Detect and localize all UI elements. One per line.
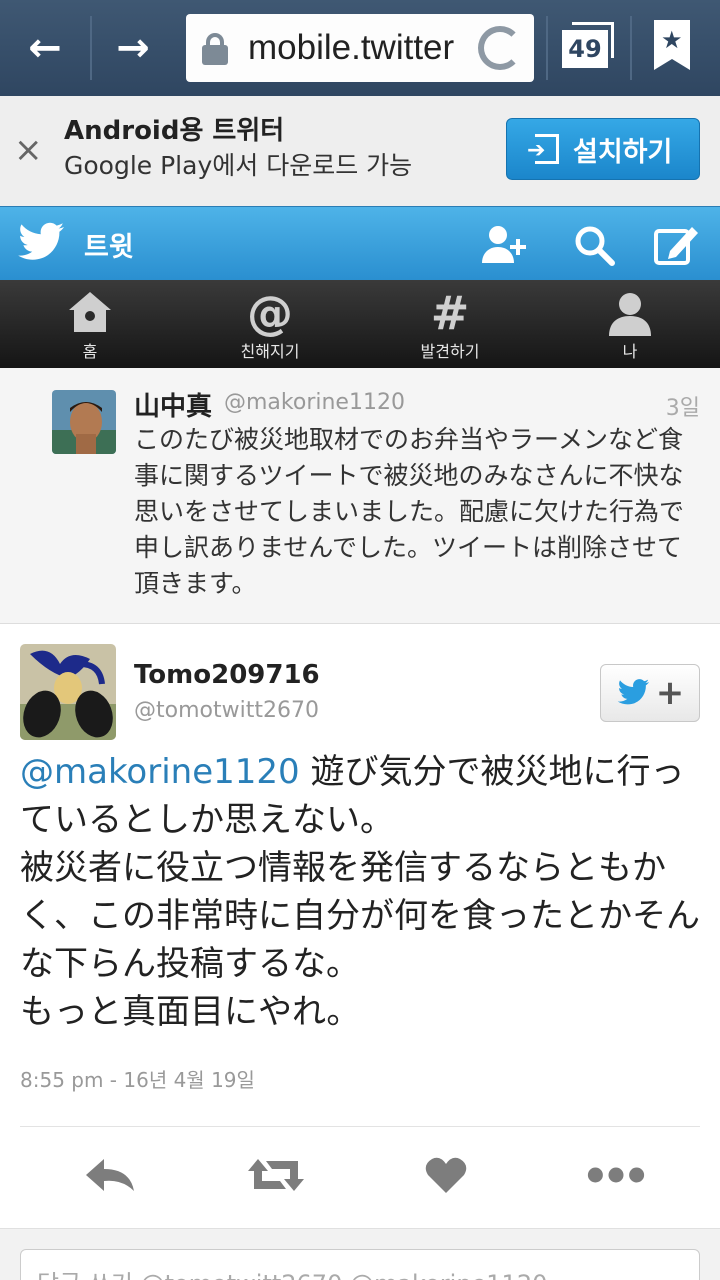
tab-count-badge: 49 [562, 30, 608, 68]
author-name[interactable]: 山中真 [134, 386, 212, 423]
back-button[interactable]: ← [10, 18, 80, 78]
plus-icon: + [655, 673, 685, 713]
tweet-time: 3일 [665, 396, 700, 421]
add-user-icon[interactable] [480, 221, 528, 269]
follow-button[interactable]: + [600, 664, 700, 722]
tab-connect[interactable]: @ 친해지기 [180, 280, 360, 368]
focused-tweet: Tomo209716 @tomotwitt2670 + @makorine112… [0, 624, 720, 1228]
tab-connect-label: 친해지기 [240, 342, 300, 361]
arrow-right-icon: → [116, 25, 150, 71]
page-title: 트윗 [84, 232, 134, 263]
bookmark-button[interactable]: ★ [654, 20, 698, 72]
author-handle[interactable]: @tomotwitt2670 [134, 698, 319, 723]
close-icon[interactable]: × [14, 130, 43, 170]
arrow-left-icon: ← [28, 25, 62, 71]
reload-icon[interactable] [478, 26, 522, 70]
banner-title: Android용 트위터 [64, 116, 285, 146]
home-icon [69, 292, 111, 332]
twitter-bird-icon[interactable] [18, 221, 66, 265]
bookmark-star-icon: ★ [654, 20, 690, 70]
reply-button[interactable] [80, 1150, 140, 1200]
tab-discover[interactable]: # 발견하기 [360, 280, 540, 368]
person-icon [609, 293, 651, 336]
reply-icon [86, 1159, 134, 1191]
reply-composer: 답글 쓰기 @tomotwitt2670 @makorine1120 [0, 1228, 720, 1280]
heart-icon [425, 1157, 467, 1193]
more-dots-icon [587, 1167, 645, 1183]
lock-icon [200, 33, 230, 65]
tweet-text-line: 被災者に役立つ情報を発信するならともかく、この非常時に自分が何を食ったとかそんな… [20, 848, 700, 984]
tab-discover-label: 발견하기 [420, 342, 480, 361]
retweet-icon [248, 1159, 304, 1191]
tweet-text-line: もっと真面目にやれ。 [20, 992, 361, 1032]
tweet-text: @makorine1120 遊び気分で被災地に行っているとしか思えない。 被災者… [20, 748, 700, 1036]
address-bar[interactable]: mobile.twitter [186, 14, 534, 82]
app-install-banner: × Android용 트위터 Google Play에서 다운로드 가능 ➔ 설… [0, 96, 720, 206]
twitter-bird-icon [617, 679, 649, 705]
tab-home[interactable]: 홈 [0, 280, 180, 368]
avatar[interactable] [52, 390, 116, 454]
install-label: 설치하기 [573, 136, 673, 168]
tabs-button[interactable]: 49 [560, 22, 616, 72]
tweet-timestamp[interactable]: 8:55 pm - 16년 4월 19일 [20, 1064, 255, 1093]
tweet-actions [20, 1140, 700, 1210]
toolbar-divider [630, 16, 632, 80]
avatar[interactable] [20, 644, 116, 740]
author-name[interactable]: Tomo209716 [134, 660, 320, 690]
banner-subtitle: Google Play에서 다운로드 가능 [64, 151, 413, 180]
tweet-text: このたび被災地取材でのお弁当やラーメンなど食事に関するツイートで被災地のみなさん… [134, 425, 685, 598]
url-text: mobile.twitter [248, 28, 455, 67]
author-handle[interactable]: @makorine1120 [224, 390, 405, 415]
search-icon[interactable] [570, 221, 618, 269]
retweet-button[interactable] [246, 1150, 306, 1200]
main-navigation: 홈 @ 친해지기 # 발견하기 나 [0, 280, 720, 368]
in-reply-to-tweet[interactable]: 山中真 @makorine1120 3일 このたび被災地取材でのお弁当やラーメン… [0, 368, 720, 624]
divider [20, 1126, 700, 1127]
toolbar-divider [90, 16, 92, 80]
favorite-button[interactable] [416, 1150, 476, 1200]
tab-home-label: 홈 [82, 342, 98, 361]
browser-toolbar: ← → mobile.twitter 49 ★ [0, 0, 720, 96]
install-button[interactable]: ➔ 설치하기 [506, 118, 700, 180]
more-button[interactable] [586, 1150, 646, 1200]
mention-link[interactable]: @makorine1120 [20, 752, 300, 792]
forward-button[interactable]: → [98, 18, 168, 78]
toolbar-divider [546, 16, 548, 80]
hashtag-icon: # [430, 286, 470, 340]
at-icon: @ [247, 286, 293, 340]
reply-input[interactable]: 답글 쓰기 @tomotwitt2670 @makorine1120 [20, 1249, 700, 1280]
tab-me-label: 나 [622, 342, 638, 361]
compose-icon[interactable] [652, 221, 700, 269]
tab-me[interactable]: 나 [540, 280, 720, 368]
install-icon: ➔ [527, 132, 561, 166]
twitter-header: 트윗 [0, 206, 720, 280]
